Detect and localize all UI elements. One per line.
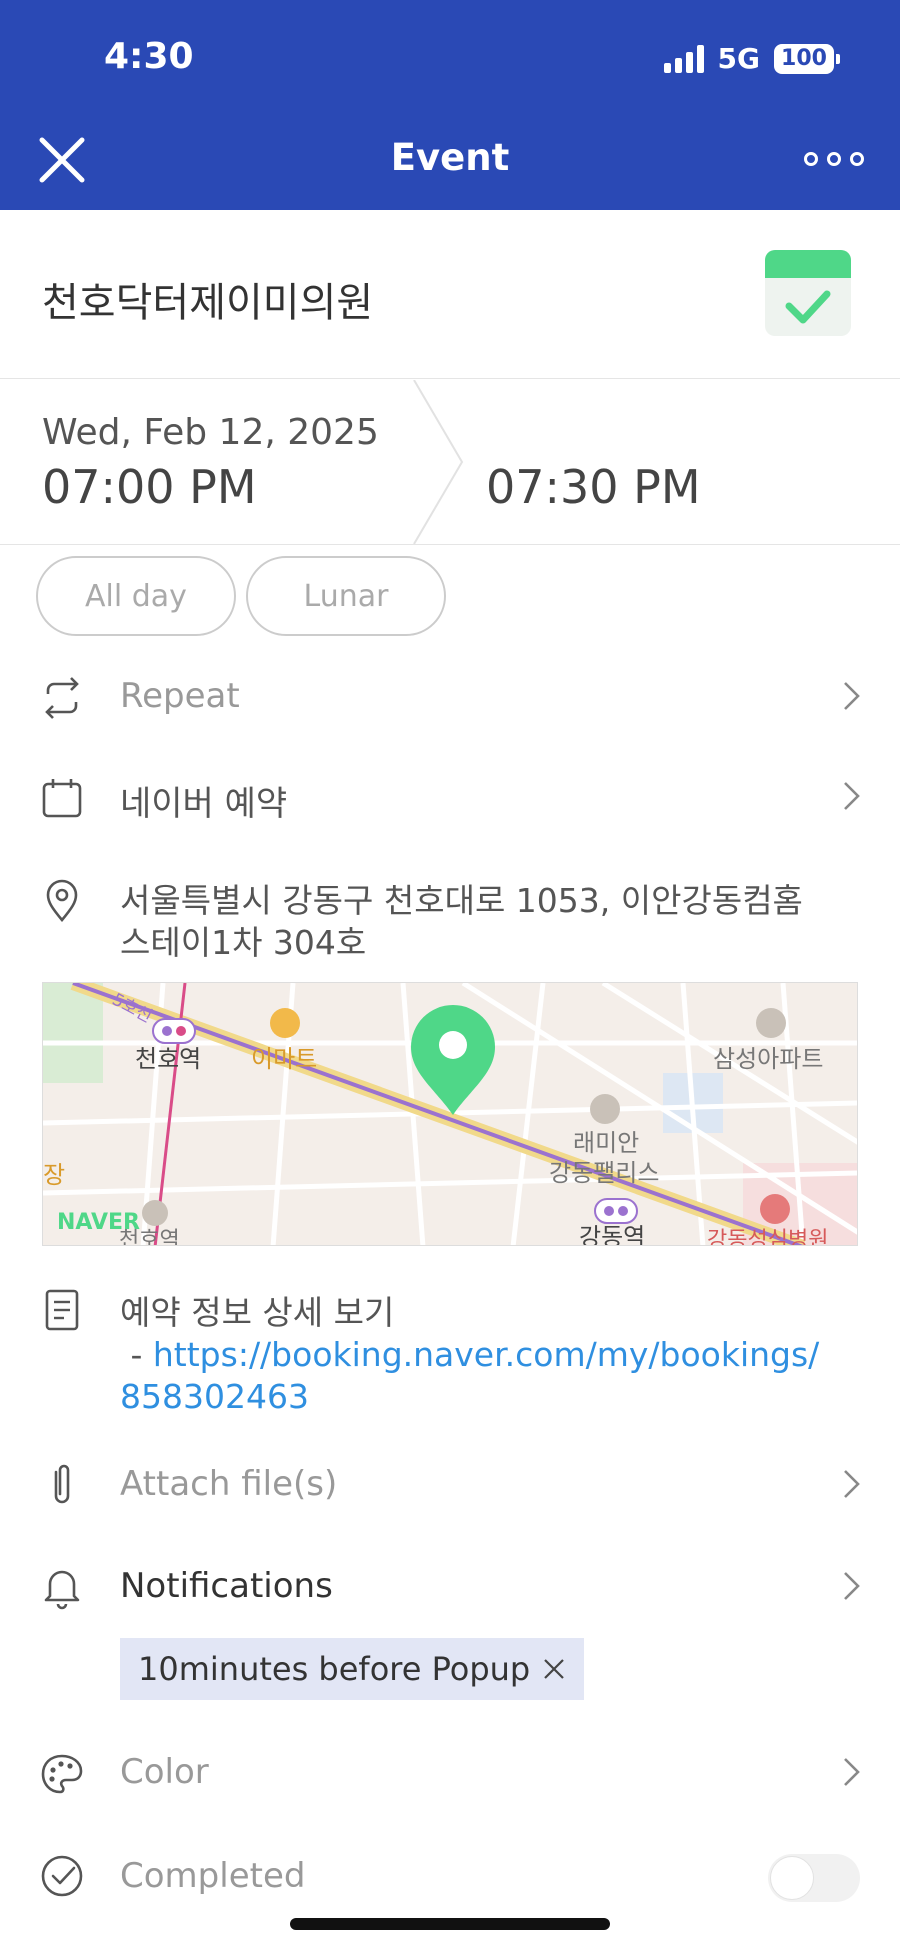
notification-chip-label: 10minutes before Popup	[138, 1650, 531, 1688]
chevron-right-icon[interactable]	[838, 1468, 864, 1500]
repeat-icon	[45, 677, 79, 719]
map-label-cheonho-station: 천호역	[135, 1045, 201, 1073]
calendar-icon	[42, 779, 82, 818]
notifications-label[interactable]: Notifications	[120, 1566, 333, 1606]
divider	[0, 544, 900, 545]
map-label-jang: 장	[43, 1161, 65, 1189]
booking-link[interactable]: https://booking.naver.com/my/bookings/85…	[120, 1335, 819, 1416]
attach-files-label[interactable]: Attach file(s)	[120, 1464, 337, 1504]
paperclip-icon	[54, 1464, 70, 1504]
battery-icon: 100	[774, 43, 840, 74]
color-label[interactable]: Color	[120, 1752, 209, 1792]
bell-icon	[44, 1570, 80, 1610]
map-label-gangdong-station: 강동역	[579, 1223, 645, 1246]
time-range-separator	[413, 380, 464, 544]
all-day-toggle[interactable]: All day	[36, 556, 236, 636]
network-type: 5G	[717, 42, 760, 75]
memo-prefix: -	[120, 1335, 153, 1374]
event-title[interactable]: 천호닥터제이미의원	[42, 270, 373, 328]
chevron-right-icon[interactable]	[838, 680, 864, 712]
notification-chip: 10minutes before Popup	[120, 1638, 585, 1700]
map-label-raemian: 래미안	[573, 1129, 639, 1157]
map-label-hospital: 강동성심병원	[707, 1228, 828, 1246]
calendar-name[interactable]: 네이버 예약	[120, 776, 287, 825]
completed-toggle[interactable]	[768, 1854, 860, 1902]
location-map[interactable]: 5호선 천호역 이마트 삼성아파트 래미안 강동팰리스 강동역 강동성심병원 천…	[42, 982, 858, 1246]
completed-label: Completed	[120, 1856, 306, 1896]
more-options-icon[interactable]	[804, 148, 864, 170]
naver-logo: NAVER	[57, 1210, 140, 1235]
lunar-toggle[interactable]: Lunar	[246, 556, 446, 636]
map-label-gangdong-palace: 강동팰리스	[549, 1159, 659, 1187]
memo-text: 예약 정보 상세 보기	[120, 1293, 395, 1332]
status-time: 4:30	[104, 36, 194, 77]
divider	[0, 378, 900, 379]
chevron-right-icon[interactable]	[838, 780, 864, 812]
location-pin-icon	[46, 879, 78, 923]
app-header: 4:30 5G 100 Event	[0, 0, 900, 210]
status-indicators: 5G 100	[663, 42, 840, 75]
map-label-emart: 이마트	[251, 1045, 317, 1073]
event-memo[interactable]: 예약 정보 상세 보기 - https://booking.naver.com/…	[120, 1292, 840, 1418]
repeat-label[interactable]: Repeat	[120, 676, 240, 716]
signal-icon	[663, 44, 704, 73]
completed-check-icon	[41, 1855, 83, 1897]
battery-level: 100	[774, 43, 834, 74]
chevron-right-icon[interactable]	[838, 1756, 864, 1788]
map-label-samsung-apt: 삼성아파트	[713, 1045, 823, 1073]
page-title: Event	[390, 136, 510, 179]
event-location[interactable]: 서울특별시 강동구 천호대로 1053, 이안강동컴홈 스테이1차 304호	[120, 880, 840, 964]
calendar-check-icon[interactable]	[765, 250, 851, 336]
event-date[interactable]: Wed, Feb 12, 2025	[42, 412, 379, 453]
remove-icon[interactable]	[542, 1657, 566, 1681]
start-time[interactable]: 07:00 PM	[42, 460, 257, 514]
palette-icon	[41, 1754, 83, 1794]
chevron-right-icon[interactable]	[838, 1570, 864, 1602]
home-indicator	[290, 1918, 610, 1930]
memo-icon	[45, 1289, 79, 1331]
toggle-knob	[770, 1856, 814, 1900]
end-time[interactable]: 07:30 PM	[486, 460, 701, 514]
